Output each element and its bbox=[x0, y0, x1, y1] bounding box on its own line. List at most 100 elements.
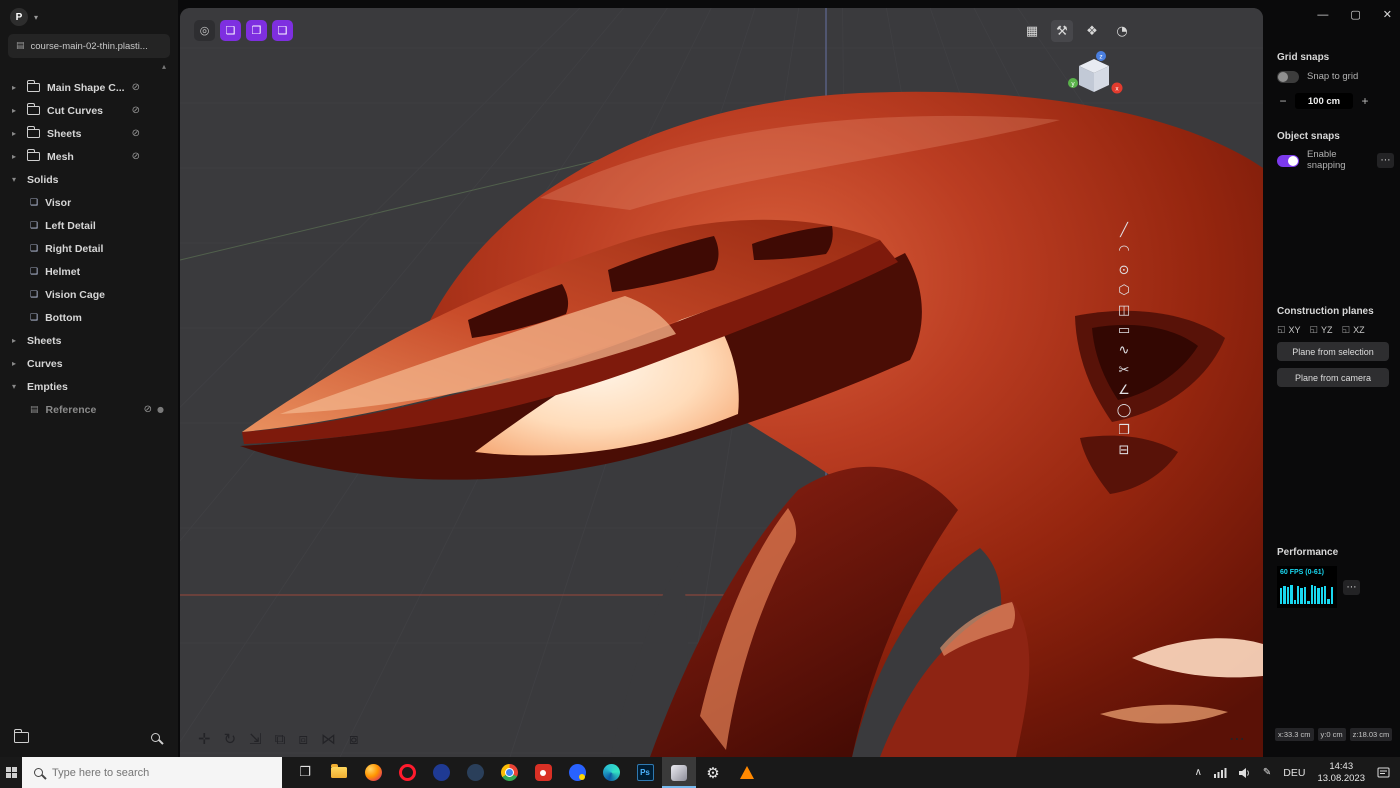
app-icon-blue[interactable] bbox=[560, 757, 594, 788]
plane-xz-button[interactable]: ◱ XZ bbox=[1342, 325, 1365, 335]
opera-icon[interactable] bbox=[390, 757, 424, 788]
pen-icon[interactable]: ✎ bbox=[1263, 767, 1271, 778]
arc-tool-icon[interactable]: ◠ bbox=[1115, 244, 1133, 257]
app-menu-chevron-icon[interactable]: ▾ bbox=[34, 13, 38, 22]
rotate-tool-icon[interactable]: ↻ bbox=[224, 732, 237, 747]
chevron-right-icon[interactable]: ▸ bbox=[12, 83, 20, 92]
volume-icon[interactable] bbox=[1239, 768, 1251, 778]
visibility-off-icon[interactable]: ⊘ bbox=[132, 151, 140, 162]
minimize-button[interactable]: — bbox=[1317, 6, 1328, 24]
polygon-tool-icon[interactable]: ⬡ bbox=[1115, 284, 1133, 297]
tree-item-vision-cage[interactable]: ❑ Vision Cage bbox=[0, 283, 178, 306]
chevron-right-icon[interactable]: ▸ bbox=[12, 336, 20, 345]
revolve-tool-icon[interactable]: ⊟ bbox=[1115, 444, 1133, 457]
current-file[interactable]: ▤ course-main-02-thin.plasti... bbox=[8, 34, 170, 58]
enable-snapping-toggle[interactable] bbox=[1277, 155, 1299, 167]
duplicate-tool-icon[interactable]: ⧉ bbox=[275, 732, 286, 747]
offset-tool-icon[interactable]: ⧈ bbox=[298, 732, 308, 747]
app-icon-red[interactable] bbox=[526, 757, 560, 788]
array-tool-icon[interactable]: ⧇ bbox=[349, 732, 359, 747]
plane-xy-button[interactable]: ◱ XY bbox=[1277, 325, 1301, 335]
notifications-icon[interactable] bbox=[1377, 767, 1390, 778]
chevron-down-icon[interactable]: ▾ bbox=[12, 382, 20, 391]
app-icon-navy[interactable] bbox=[424, 757, 458, 788]
box-tool-icon[interactable]: ❒ bbox=[1115, 424, 1133, 437]
search-icon[interactable] bbox=[151, 733, 160, 742]
grid-size-increase-button[interactable]: + bbox=[1359, 94, 1371, 108]
line-tool-icon[interactable]: ╱ bbox=[1115, 224, 1133, 237]
tree-group-main-shape[interactable]: ▸ Main Shape C... ⊘ bbox=[0, 76, 178, 99]
edge-icon[interactable] bbox=[594, 757, 628, 788]
collapse-all-icon[interactable]: ▴ bbox=[162, 62, 166, 74]
tree-group-mesh[interactable]: ▸ Mesh ⊘ bbox=[0, 145, 178, 168]
3d-scene[interactable] bbox=[180, 8, 1263, 757]
render-mode-button[interactable]: ❖ bbox=[1081, 20, 1103, 42]
grid-toggle-button[interactable]: ▦ bbox=[1021, 20, 1043, 42]
body-mode-button[interactable]: ❑ bbox=[272, 20, 293, 41]
tree-item-left-detail[interactable]: ❑ Left Detail bbox=[0, 214, 178, 237]
visibility-off-icon[interactable]: ⊘ bbox=[132, 128, 140, 139]
language-indicator[interactable]: DEU bbox=[1283, 767, 1305, 779]
mirror-tool-icon[interactable]: ⋈ bbox=[321, 732, 336, 747]
plane-yz-button[interactable]: ◱ YZ bbox=[1310, 325, 1333, 335]
start-button[interactable] bbox=[0, 757, 22, 788]
clock[interactable]: 14:43 13.08.2023 bbox=[1317, 761, 1365, 785]
plane-from-camera-button[interactable]: Plane from camera bbox=[1277, 368, 1389, 387]
visibility-off-icon[interactable]: ⊘ bbox=[132, 105, 140, 116]
solid-mode-button[interactable]: ❏ bbox=[220, 20, 241, 41]
visibility-off-icon[interactable]: ⊘ bbox=[132, 82, 140, 93]
tree-section-sheets[interactable]: ▸ Sheets bbox=[0, 329, 178, 352]
open-folder-icon[interactable] bbox=[14, 732, 29, 743]
steam-icon[interactable] bbox=[458, 757, 492, 788]
tree-section-empties[interactable]: ▾ Empties bbox=[0, 375, 178, 398]
rectangle-tool-icon[interactable]: ▭ bbox=[1115, 324, 1133, 337]
shading-button[interactable]: ◔ bbox=[1111, 20, 1133, 42]
network-icon[interactable] bbox=[1214, 768, 1227, 778]
photoshop-icon[interactable]: Ps bbox=[628, 757, 662, 788]
firefox-icon[interactable] bbox=[356, 757, 390, 788]
close-button[interactable]: ✕ bbox=[1383, 6, 1392, 24]
tree-item-helmet[interactable]: ❑ Helmet bbox=[0, 260, 178, 283]
tray-expand-icon[interactable]: ∧ bbox=[1195, 767, 1202, 778]
snap-to-grid-toggle[interactable] bbox=[1277, 71, 1299, 83]
scale-tool-icon[interactable]: ⇲ bbox=[249, 732, 262, 747]
vlc-icon[interactable] bbox=[730, 757, 764, 788]
tree-group-sheets[interactable]: ▸ Sheets ⊘ bbox=[0, 122, 178, 145]
grid-size-value[interactable]: 100 cm bbox=[1295, 93, 1353, 109]
spline-tool-icon[interactable]: ∿ bbox=[1115, 344, 1133, 357]
file-explorer-icon[interactable] bbox=[322, 757, 356, 788]
trim-tool-icon[interactable]: ✂ bbox=[1115, 364, 1133, 377]
angle-tool-icon[interactable]: ∠ bbox=[1115, 384, 1133, 397]
settings-gear-icon[interactable]: ⚙ bbox=[696, 757, 730, 788]
tree-section-solids[interactable]: ▾ Solids bbox=[0, 168, 178, 191]
object-snaps-more-button[interactable]: ⋯ bbox=[1377, 153, 1394, 168]
face-mode-button[interactable]: ❐ bbox=[246, 20, 267, 41]
tree-item-reference[interactable]: ▤ Reference ⊘ ● bbox=[0, 398, 178, 421]
tree-item-visor[interactable]: ❑ Visor bbox=[0, 191, 178, 214]
maximize-button[interactable]: ▢ bbox=[1350, 6, 1360, 24]
move-tool-icon[interactable]: ✛ bbox=[198, 732, 211, 747]
plasticity-taskbar-icon[interactable] bbox=[662, 757, 696, 788]
chevron-right-icon[interactable]: ▸ bbox=[12, 152, 20, 161]
plane-from-selection-button[interactable]: Plane from selection bbox=[1277, 342, 1389, 361]
view-cube[interactable]: z y x bbox=[1067, 50, 1123, 98]
tree-item-bottom[interactable]: ❑ Bottom bbox=[0, 306, 178, 329]
app-logo[interactable]: P bbox=[10, 8, 28, 26]
task-view-button[interactable]: ❐ bbox=[288, 757, 322, 788]
chevron-right-icon[interactable]: ▸ bbox=[12, 129, 20, 138]
center-circle-tool-icon[interactable]: ⊙ bbox=[1115, 264, 1133, 277]
wrench-settings-button[interactable]: ⚒ bbox=[1051, 20, 1073, 42]
chrome-icon[interactable] bbox=[492, 757, 526, 788]
taskbar-search[interactable] bbox=[22, 757, 282, 788]
performance-more-button[interactable]: ⋯ bbox=[1343, 580, 1360, 595]
tree-group-cut-curves[interactable]: ▸ Cut Curves ⊘ bbox=[0, 99, 178, 122]
chevron-down-icon[interactable]: ▾ bbox=[12, 175, 20, 184]
select-tool-button[interactable]: ◎ bbox=[194, 20, 215, 41]
circle-tool-icon[interactable]: ◯ bbox=[1115, 404, 1133, 417]
toolbar-overflow-icon[interactable]: ⋯ bbox=[1229, 731, 1245, 747]
grid-size-decrease-button[interactable]: − bbox=[1277, 94, 1289, 108]
search-input[interactable] bbox=[52, 767, 252, 779]
3d-viewport[interactable]: ◎ ❏ ❐ ❑ ▦ ⚒ ❖ ◔ z y x ╱ ◠ ⊙ bbox=[180, 8, 1263, 757]
chevron-right-icon[interactable]: ▸ bbox=[12, 359, 20, 368]
tree-item-right-detail[interactable]: ❑ Right Detail bbox=[0, 237, 178, 260]
